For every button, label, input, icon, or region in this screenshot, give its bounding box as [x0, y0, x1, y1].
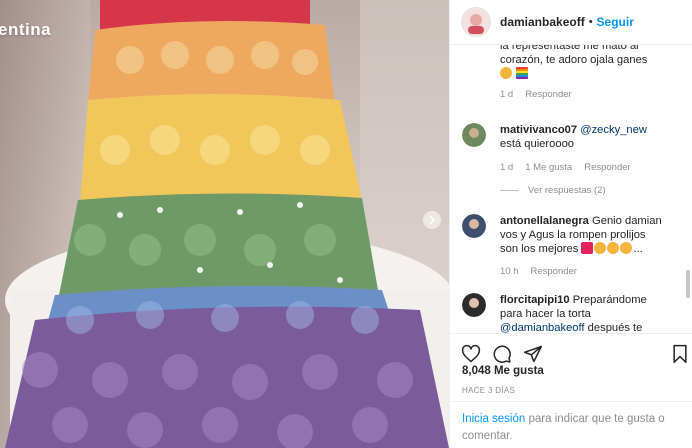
- paper-plane-icon: [523, 345, 543, 363]
- comment-time: 1 d: [500, 162, 514, 173]
- comment-ellipsis: ...: [633, 243, 643, 255]
- comment-mention[interactable]: @zecky_new: [580, 124, 647, 136]
- bookmark-icon: [673, 344, 687, 364]
- clapping-hands-emoji: [620, 242, 633, 254]
- post-side-panel: damianbakeoff • Seguir la representaste …: [449, 0, 692, 448]
- view-replies-label: Ver respuestas (2): [528, 185, 606, 196]
- post-image[interactable]: entina: [0, 0, 449, 448]
- author-avatar[interactable]: [462, 8, 490, 36]
- comment-button[interactable]: [491, 343, 513, 365]
- commenter-avatar[interactable]: [462, 214, 486, 238]
- comment-bubble-icon: [493, 345, 511, 363]
- post-actions: [450, 333, 692, 369]
- comment-text-block: mativivanco07 @zecky_new está quieroooo: [500, 123, 662, 151]
- post-header: damianbakeoff • Seguir: [450, 0, 692, 45]
- comment-meta: 1 d 1 Me gusta Responder: [500, 162, 631, 173]
- commenter-username[interactable]: mativivanco07: [500, 124, 577, 136]
- comment-likes[interactable]: 1 Me gusta: [525, 162, 572, 173]
- comment-text-block: la representaste me mato al corazón, te …: [500, 45, 662, 81]
- comment-time: 1 d: [500, 89, 514, 100]
- likes-count[interactable]: 8,048 Me gusta: [462, 365, 544, 377]
- red-heart-emoji: [581, 242, 594, 254]
- login-link[interactable]: Inicia sesión: [462, 413, 525, 425]
- comments-list[interactable]: la representaste me mato al corazón, te …: [450, 45, 692, 333]
- comment-text: está quieroooo: [500, 138, 575, 150]
- comment-text-block: antonellalanegra Genio damian vos y Agus…: [500, 214, 662, 256]
- chevron-right-icon: [429, 215, 435, 225]
- comments-scrollbar[interactable]: [686, 270, 690, 298]
- follow-button[interactable]: Seguir: [597, 15, 634, 29]
- carousel-next-button[interactable]: [423, 211, 441, 229]
- replies-line: [500, 190, 518, 191]
- login-prompt: Inicia sesión para indicar que te gusta …: [450, 401, 692, 448]
- commenter-avatar[interactable]: [462, 293, 486, 317]
- flexed-biceps-emoji: [594, 242, 607, 254]
- author-username[interactable]: damianbakeoff: [500, 15, 585, 29]
- heart-eyes-emoji: [500, 67, 512, 79]
- save-button[interactable]: [669, 343, 691, 365]
- like-button[interactable]: [460, 343, 482, 365]
- rainbow-cake-photo: [0, 0, 449, 448]
- comment-text-block: florcitapipi10 Preparándome para hacer l…: [500, 293, 662, 333]
- reply-button[interactable]: Responder: [525, 89, 571, 100]
- rainbow-flag-emoji: [516, 67, 529, 79]
- comment-meta: 10 h Responder: [500, 266, 577, 277]
- commenter-username[interactable]: florcitapipi10: [500, 294, 570, 306]
- reply-button[interactable]: Responder: [584, 162, 630, 173]
- commenter-username[interactable]: antonellalanegra: [500, 215, 589, 227]
- commenter-avatar[interactable]: [462, 123, 486, 147]
- clapping-hands-emoji: [607, 242, 620, 254]
- comment-meta: 1 d Responder: [500, 89, 572, 100]
- comment-text-after: después te: [587, 322, 643, 333]
- reply-button[interactable]: Responder: [531, 266, 577, 277]
- heart-icon: [461, 344, 481, 363]
- comment-time: 10 h: [500, 266, 519, 277]
- separator-dot: •: [588, 16, 593, 28]
- view-replies-button[interactable]: Ver respuestas (2): [500, 185, 606, 196]
- post-timestamp: HACE 3 DÍAS: [462, 386, 516, 395]
- share-button[interactable]: [522, 343, 544, 365]
- comment-mention[interactable]: @damianbakeoff: [500, 322, 585, 333]
- image-text: entina: [0, 20, 52, 39]
- comment-text: la representaste me mato al corazón, te …: [500, 45, 648, 66]
